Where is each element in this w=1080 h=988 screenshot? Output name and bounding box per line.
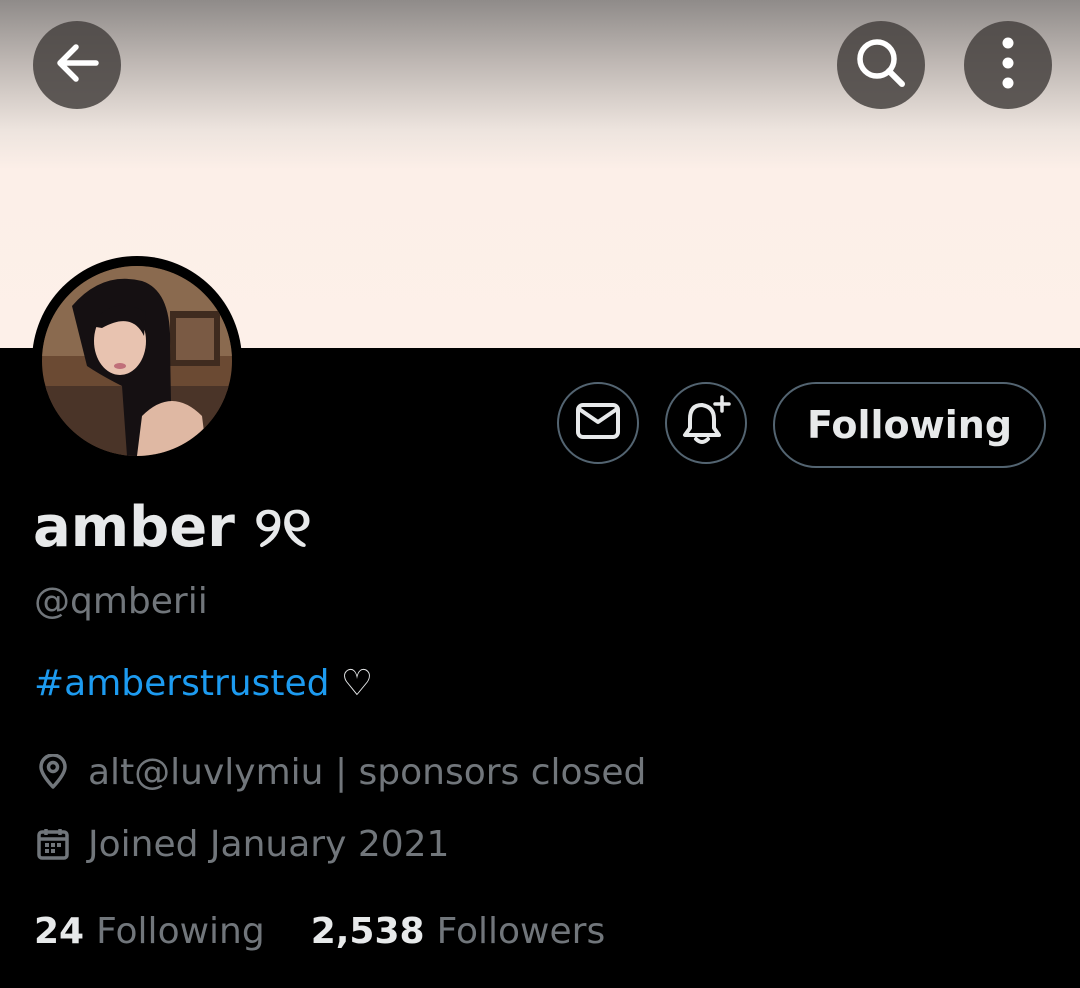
more-options-button[interactable] (964, 21, 1052, 109)
envelope-icon (575, 402, 621, 444)
display-name: amber ୨୧ (33, 495, 312, 560)
notify-button[interactable] (665, 382, 747, 464)
followers-count-link[interactable]: 2,538 Followers (311, 911, 606, 952)
more-vertical-icon (998, 36, 1018, 94)
avatar-image (42, 266, 232, 456)
following-count: 24 (34, 910, 85, 952)
location-text: alt@luvlymiu | sponsors closed (88, 751, 647, 793)
profile-page: Following amber ୨୧ @qmberii #amberstrust… (0, 0, 1080, 988)
bio-suffix: ♡ (329, 663, 374, 704)
following-button[interactable]: Following (773, 382, 1046, 468)
follow-stats: 24 Following 2,538 Followers (34, 905, 651, 957)
join-date-row: Joined January 2021 (34, 820, 449, 868)
message-button[interactable] (557, 382, 639, 464)
followers-label: Followers (436, 910, 606, 952)
username-handle: @qmberii (34, 581, 208, 622)
followers-count: 2,538 (310, 910, 425, 952)
profile-bio: #amberstrusted ♡ (34, 660, 373, 708)
following-label: Following (96, 910, 265, 952)
location-row: alt@luvlymiu | sponsors closed (34, 748, 646, 796)
bell-plus-icon (680, 395, 732, 451)
following-count-link[interactable]: 24 Following (34, 911, 265, 952)
calendar-icon (34, 825, 72, 863)
back-button[interactable] (33, 21, 121, 109)
search-button[interactable] (837, 21, 925, 109)
bio-hashtag-link[interactable]: #amberstrusted (34, 663, 329, 704)
join-date-text: Joined January 2021 (88, 823, 450, 865)
avatar[interactable] (32, 256, 242, 466)
search-icon (852, 34, 910, 96)
location-pin-icon (34, 753, 72, 791)
arrow-left-icon (52, 38, 102, 92)
